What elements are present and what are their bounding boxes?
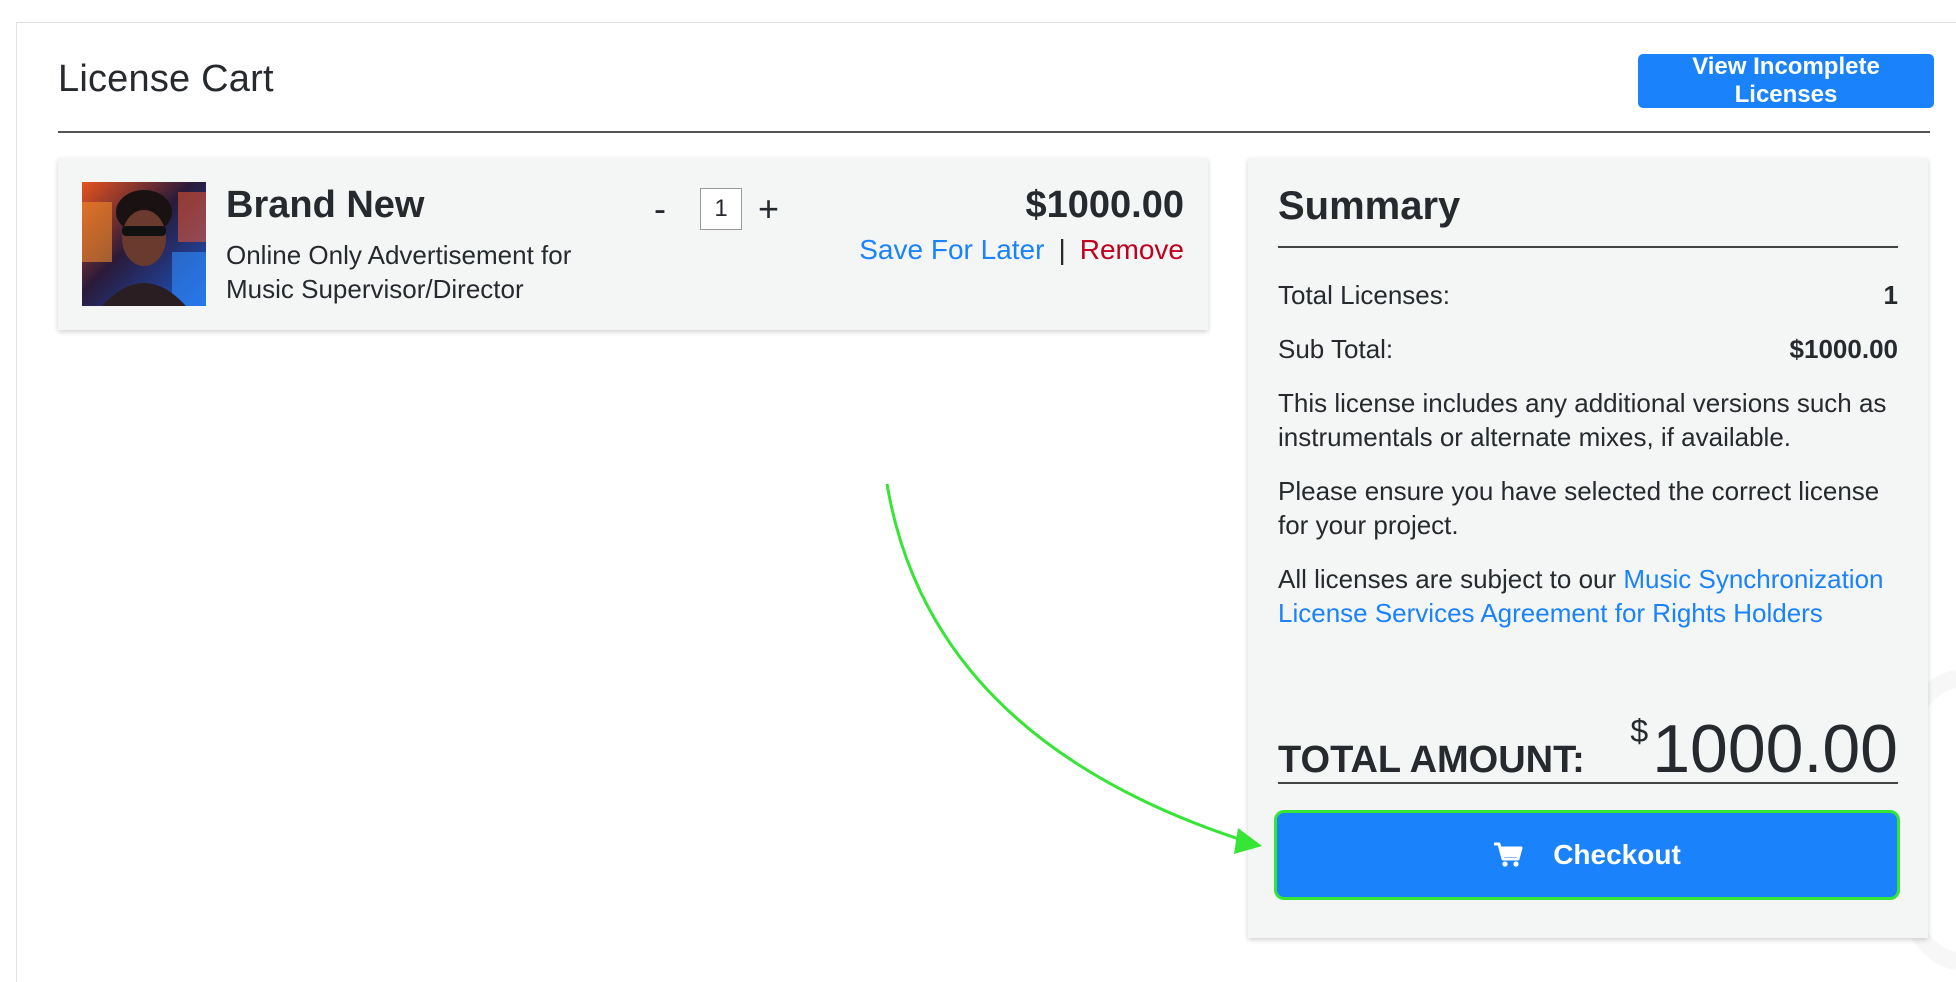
action-separator: | [1058, 234, 1066, 265]
view-incomplete-licenses-button[interactable]: View Incomplete Licenses [1638, 53, 1934, 108]
total-amount-block: TOTAL AMOUNT: $1000.00 [1278, 706, 1898, 788]
agreement-note-prefix: All licenses are subject to our [1278, 564, 1624, 594]
remove-link[interactable]: Remove [1080, 234, 1184, 266]
summary-panel: Summary Total Licenses: 1 Sub Total: $10… [1248, 158, 1928, 938]
summary-title: Summary [1278, 184, 1461, 228]
item-actions: Save For Later | Remove [859, 234, 1184, 266]
subtotal-value: $1000.00 [1789, 334, 1898, 364]
total-currency: $ [1630, 713, 1649, 749]
track-title[interactable]: Brand New [226, 184, 424, 227]
total-amount-value: $1000.00 [1630, 710, 1898, 788]
quantity-increase-button[interactable]: + [758, 188, 779, 230]
summary-divider [1278, 246, 1898, 248]
quantity-input[interactable] [700, 188, 742, 230]
total-licenses-row: Total Licenses: 1 [1278, 280, 1898, 311]
versions-note: This license includes any additional ver… [1278, 388, 1887, 452]
save-for-later-link[interactable]: Save For Later [859, 234, 1044, 266]
ensure-note: Please ensure you have selected the corr… [1278, 476, 1880, 540]
cart-item: Brand New Online Only Advertisement for … [58, 158, 1208, 330]
page-title: License Cart [58, 58, 274, 100]
shopping-cart-icon [1493, 842, 1523, 868]
total-amount-label: TOTAL AMOUNT: [1278, 739, 1585, 781]
total-licenses-label: Total Licenses: [1278, 280, 1450, 310]
subtotal-row: Sub Total: $1000.00 [1278, 334, 1898, 365]
total-licenses-value: 1 [1883, 280, 1898, 310]
license-type: Online Only Advertisement for Music Supe… [226, 240, 572, 304]
checkout-label: Checkout [1553, 839, 1681, 870]
album-art-image [82, 182, 206, 306]
total-divider [1278, 782, 1898, 784]
item-price: $1000.00 [1025, 184, 1185, 226]
checkout-button[interactable]: Checkout [1274, 810, 1900, 900]
agreement-note: All licenses are subject to our Music Sy… [1278, 562, 1898, 630]
album-art-thumbnail[interactable] [82, 182, 206, 306]
subtotal-label: Sub Total: [1278, 334, 1394, 364]
total-amount-number: 1000.00 [1652, 711, 1898, 787]
quantity-decrease-button[interactable]: - [654, 188, 666, 230]
header-divider [58, 131, 1930, 133]
page-header: License Cart View Incomplete Licenses [58, 52, 1934, 132]
